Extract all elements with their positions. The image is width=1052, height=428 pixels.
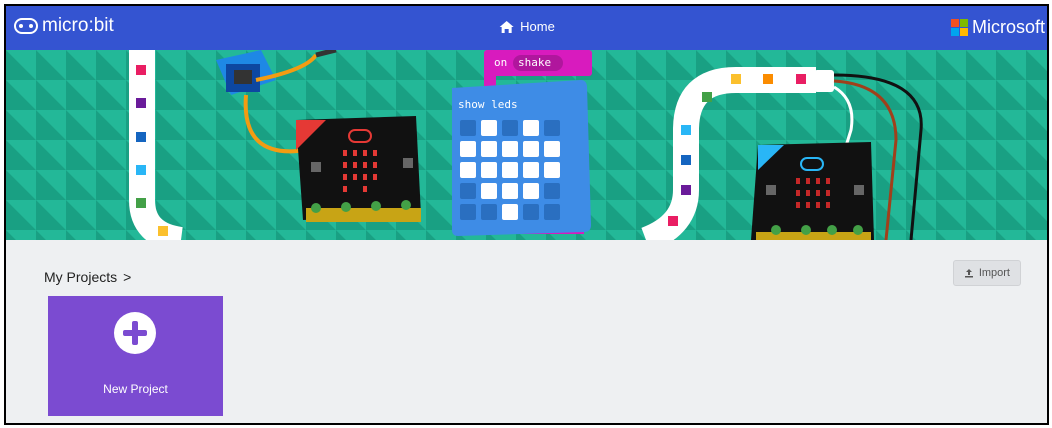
my-projects-label: My Projects: [44, 269, 118, 285]
microsoft-logo[interactable]: Microsoft: [950, 17, 1045, 38]
plus-circle-icon: [114, 312, 156, 354]
home-icon: [499, 20, 514, 33]
home-button[interactable]: Home: [498, 19, 555, 34]
projects-section: My Projects > Import New Project: [6, 240, 1047, 423]
upload-icon: [964, 269, 973, 278]
chevron-right-icon: >: [123, 269, 132, 285]
window: micro:bit Home Microsoft on shake show l…: [4, 4, 1049, 425]
microbit-board-left: [296, 116, 421, 222]
microsoft-label: Microsoft: [971, 17, 1045, 37]
strip-connector: [814, 70, 834, 92]
new-project-card[interactable]: New Project: [48, 296, 223, 416]
led-grid: [460, 120, 560, 220]
my-projects-heading[interactable]: My Projects >: [44, 269, 131, 285]
block-show-leds-text: show leds: [458, 98, 518, 111]
block-shake-text: shake: [518, 56, 551, 69]
home-label: Home: [520, 19, 555, 34]
import-button[interactable]: Import: [952, 260, 1021, 286]
import-label: Import: [978, 267, 1010, 279]
top-bar: micro:bit Home Microsoft: [6, 6, 1047, 50]
hero-illustration: on shake show leds: [6, 50, 1047, 240]
new-project-label: New Project: [103, 382, 168, 396]
microbit-logo[interactable]: micro:bit: [14, 15, 114, 37]
microbit-logo-icon: [14, 18, 38, 34]
brand-name: micro:bit: [42, 15, 114, 36]
hero-banner: on shake show leds: [6, 50, 1047, 240]
block-on-text: on: [494, 56, 507, 69]
microbit-board-right: [751, 142, 874, 240]
microsoft-icon: [950, 19, 968, 36]
